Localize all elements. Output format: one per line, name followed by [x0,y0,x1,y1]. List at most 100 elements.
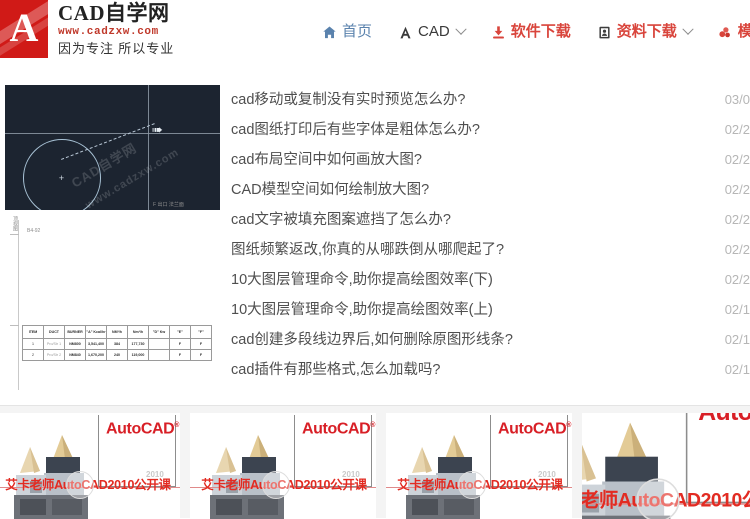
nav-item-2[interactable]: CAD [398,22,467,42]
autocad-brand-label: AutoCAD® [302,420,376,438]
article-date: 02/2 [724,152,750,167]
article-row[interactable]: 10大图层管理命令,助你提高绘图效率(上) 02/1 [231,295,750,325]
nav-item-label: CAD [418,23,450,40]
clipboard-icon [597,25,612,40]
table-header-cell: "F" [190,325,212,339]
sheet-tick-mark [10,325,19,326]
table-header-cell: BURNER [64,325,86,339]
nav-item-5[interactable]: 模型 [718,22,750,42]
article-title[interactable]: cad移动或复制没有实时预览怎么办? [231,85,465,115]
table-header-cell: "E" [169,325,191,339]
article-title[interactable]: 图纸频繁返改,你真的从哪跌倒从哪爬起了? [231,235,504,265]
article-title[interactable]: cad布局空间中如何画放大图? [231,145,422,175]
table-header-cell: "A" Kcal/hr [85,325,107,339]
article-title[interactable]: cad文字被填充图案遮挡了怎么办? [231,205,451,235]
article-row[interactable]: 图纸频繁返改,你真的从哪跌倒从哪爬起了? 02/2 [231,235,750,265]
autocad-brand-label: AutoCAD® [498,420,572,438]
course-thumbnail[interactable]: AutoCAD®2010艾卡老师AutoCAD2010公开课 [582,413,750,519]
sheet-tick-mark [10,234,19,235]
course-card[interactable]: AutoCAD®2010艾卡老师AutoCAD2010公开课 [190,413,376,519]
nav-item-label: 模型 [737,23,750,40]
cad-axis-horizontal [5,133,220,134]
table-cell: Pro/Str 2 [43,349,65,361]
table-header-cell: NM³/h [106,325,128,339]
brand-url: www.cadzxw.com [58,26,159,38]
nav-item-4[interactable]: 资料下载 [597,22,694,42]
table-header-row: ITEM DUCT BURNER "A" Kcal/hr NM³/h Nm³/h "D" K… [22,325,212,339]
table-cell [148,349,170,361]
table-cell: 384 [106,338,128,350]
article-date: 02/1 [724,332,750,347]
article-date: 02/1 [724,302,750,317]
course-thumbnail[interactable]: AutoCAD®2010艾卡老师AutoCAD2010公开课 [190,413,376,519]
article-row[interactable]: 10大图层管理命令,助你提高绘图效率(下) 02/2 [231,265,750,295]
watermark-line1: CAD自学网 [75,389,148,390]
table-cell: 1 [22,338,44,350]
article-row[interactable]: cad移动或复制没有实时预览怎么办? 03/0 [231,85,750,115]
table-header-cell: ITEM [22,325,44,339]
article-row[interactable]: cad插件有那些格式,怎么加载吗? 02/1 [231,355,750,385]
table-cell: 240 [106,349,128,361]
article-row[interactable]: cad图纸打印后有些字体是粗体怎么办? 02/2 [231,115,750,145]
table-cell [148,338,170,350]
cad-preview-figure[interactable]: + ➠ 指定第二个点或 CAD自学网 www.cadzxw.com 顶视图 B4… [5,85,220,390]
table-cell: Pro/Str 1 [43,338,65,350]
article-date: 02/2 [724,122,750,137]
chevron-down-icon[interactable] [455,23,467,35]
article-date: 02/2 [724,212,750,227]
article-title[interactable]: 10大图层管理命令,助你提高绘图效率(上) [231,295,493,325]
table-cell: 1,670,200 [85,349,107,361]
table-cell: NM840 [64,349,86,361]
article-date: 02/1 [724,362,750,377]
article-title[interactable]: cad插件有那些格式,怎么加载吗? [231,355,440,385]
autocad-brand-label: AutoCAD® [106,420,180,438]
table-row: 1 Pro/Str 1 NM800 3,541,400 384 177,730 F F [22,338,212,350]
course-cards-strip: AutoCAD® 2010 艾卡老师AutoCAD2010公开课 AutoCAD® 20… [0,405,750,519]
home-icon [322,25,337,40]
nav-item-1[interactable]: 首页 [322,22,372,42]
logo-mark-icon: A [0,0,48,58]
cad-center-mark: + [58,173,65,183]
table-cell: 3,541,400 [85,338,107,350]
article-row[interactable]: cad布局空间中如何画放大图? 02/2 [231,145,750,175]
nav-item-3[interactable]: 软件下载 [491,22,571,42]
chevron-down-icon[interactable] [682,23,694,35]
sheet-label-small: B4-92 [27,228,41,234]
table-cell: F [169,349,191,361]
table-header-cell: Nm³/h [127,325,149,339]
brand-title: CAD自学网 [58,1,170,25]
course-card[interactable]: AutoCAD®2010艾卡老师AutoCAD2010公开课 [0,413,180,519]
table-row: 2 Pro/Str 2 NM840 1,670,200 240 119,000 F F [22,349,212,361]
table-header-cell: "D" Kw [148,325,170,339]
table-cell: 2 [22,349,44,361]
article-title[interactable]: 10大图层管理命令,助你提高绘图效率(下) [231,265,493,295]
article-title[interactable]: cad图纸打印后有些字体是粗体怎么办? [231,115,480,145]
blocks-icon [718,25,733,40]
logo-letter: A [9,4,39,50]
article-title[interactable]: CAD模型空间如何绘制放大图? [231,175,429,205]
brand-slogan: 因为专注 所以专业 [58,41,175,56]
site-header: A CAD自学网 www.cadzxw.com 因为专注 所以专业 首页 CAD 软… [0,0,750,62]
article-row[interactable]: CAD模型空间如何绘制放大图? 02/2 [231,175,750,205]
cad-axis-vertical [148,85,149,210]
course-thumbnail[interactable]: AutoCAD®2010艾卡老师AutoCAD2010公开课 [386,413,572,519]
article-date: 02/2 [724,272,750,287]
main-navigation: 首页 CAD 软件下载 资料下载 模型 [322,19,750,45]
brand-text-block: CAD自学网 www.cadzxw.com 因为专注 所以专业 [58,2,238,58]
cad-sheet-area: 顶视图 B4-92 F 出口 法兰面 CAD自学网 www.cadzxw.com… [5,202,220,390]
main-content-area: + ➠ 指定第二个点或 CAD自学网 www.cadzxw.com 顶视图 B4… [0,85,750,403]
article-row[interactable]: cad文字被填充图案遮挡了怎么办? 02/2 [231,205,750,235]
watermark-circle-icon [458,471,486,499]
nav-item-label: 首页 [342,23,373,40]
course-card[interactable]: AutoCAD®2010艾卡老师AutoCAD2010公开课 [582,413,750,519]
article-list: cad移动或复制没有实时预览怎么办? 03/0 cad图纸打印后有些字体是粗体怎么办… [231,85,750,390]
table-cell: 119,000 [127,349,149,361]
course-card[interactable]: AutoCAD®2010艾卡老师AutoCAD2010公开课 [386,413,572,519]
article-row[interactable]: cad创建多段线边界后,如何删除原图形线条? 02/1 [231,325,750,355]
table-cell: NM800 [64,338,86,350]
article-date: 02/2 [724,242,750,257]
course-thumbnail[interactable]: AutoCAD®2010艾卡老师AutoCAD2010公开课 [0,413,180,519]
table-cell: 177,730 [127,338,149,350]
site-logo[interactable]: A [0,0,48,58]
article-title[interactable]: cad创建多段线边界后,如何删除原图形线条? [231,325,513,355]
